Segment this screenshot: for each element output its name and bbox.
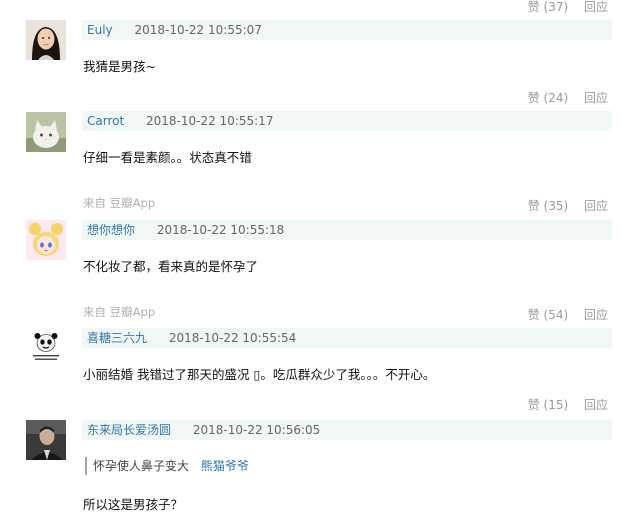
comment-actions: 赞 (54) 回应 — [528, 306, 608, 323]
quoted-text: 怀孕使人鼻子变大 — [93, 459, 190, 473]
comment-meta: 想你想你 2018-10-22 10:55:18 — [82, 220, 612, 240]
username-link[interactable]: 想你想你 — [87, 220, 135, 240]
panda-meme-avatar-image — [26, 328, 66, 368]
reply-button[interactable]: 回应 — [584, 398, 608, 412]
comment-meta: Carrot 2018-10-22 10:55:17 — [82, 111, 612, 131]
comment-time: 2018-10-22 10:56:05 — [192, 423, 321, 437]
avatar[interactable] — [26, 220, 66, 260]
anime-avatar-image — [26, 220, 66, 260]
reply-button[interactable]: 回应 — [584, 199, 608, 213]
comment-time: 2018-10-22 10:55:18 — [156, 223, 285, 237]
comment-time: 2018-10-22 10:55:17 — [146, 114, 274, 128]
cat-avatar-image — [26, 112, 66, 152]
reply-button[interactable]: 回应 — [584, 0, 608, 14]
comment-text: 所以这是男孩子？ — [83, 497, 184, 512]
man-avatar-image — [26, 420, 66, 460]
comment-text: 仔细一看是素颜。。状态真不错 — [83, 150, 252, 165]
comment-source: 来自 豆瓣App — [83, 196, 156, 210]
username-link[interactable]: 东来局长爱汤圆 — [87, 420, 171, 440]
reply-button[interactable]: 回应 — [584, 91, 608, 105]
avatar[interactable] — [26, 112, 66, 152]
comment-actions: 赞 (35) 回应 — [528, 197, 608, 214]
quoted-author-link[interactable]: 熊猫爷爷 — [201, 459, 249, 473]
like-button[interactable]: 赞 (24) — [528, 91, 568, 105]
like-button[interactable]: 赞 (54) — [528, 308, 568, 322]
like-button[interactable]: 赞 (15) — [528, 398, 568, 412]
comment-actions: 赞 (37) 回应 — [528, 0, 608, 15]
comment-meta: Euly 2018-10-22 10:55:07 — [82, 20, 612, 40]
comments-page: 赞 (37) 回应 Euly 2018-10-22 10:55:07 我猜是男孩… — [0, 0, 640, 520]
comment-text: 不化妆了都，看来真的是怀孕了 — [83, 259, 259, 274]
avatar[interactable] — [26, 420, 66, 460]
comment-actions: 赞 (24) 回应 — [528, 89, 608, 106]
like-button[interactable]: 赞 (35) — [528, 199, 568, 213]
reply-button[interactable]: 回应 — [584, 308, 608, 322]
like-button[interactable]: 赞 (37) — [528, 0, 568, 14]
comment-meta: 喜糖三六九 2018-10-22 10:55:54 — [82, 328, 612, 348]
avatar[interactable] — [26, 20, 66, 60]
comment-meta: 东来局长爱汤圆 2018-10-22 10:56:05 — [82, 420, 612, 440]
username-link[interactable]: Carrot — [87, 111, 124, 131]
username-link[interactable]: 喜糖三六九 — [87, 328, 147, 348]
username-link[interactable]: Euly — [87, 20, 113, 40]
avatar[interactable] — [26, 328, 66, 368]
quoted-comment: 怀孕使人鼻子变大 熊猫爷爷 — [85, 457, 249, 475]
comment-source: 来自 豆瓣App — [83, 305, 156, 319]
comment-text: 小丽结婚 我错过了那天的盛况 ▯。吃瓜群众少了我。。。不开心。 — [83, 367, 436, 382]
user-avatar-image — [26, 20, 66, 60]
comment-actions: 赞 (15) 回应 — [528, 396, 608, 413]
comment-time: 2018-10-22 10:55:07 — [134, 23, 262, 37]
comment-text: 我猜是男孩~ — [83, 59, 156, 74]
comment-time: 2018-10-22 10:55:54 — [168, 331, 297, 345]
